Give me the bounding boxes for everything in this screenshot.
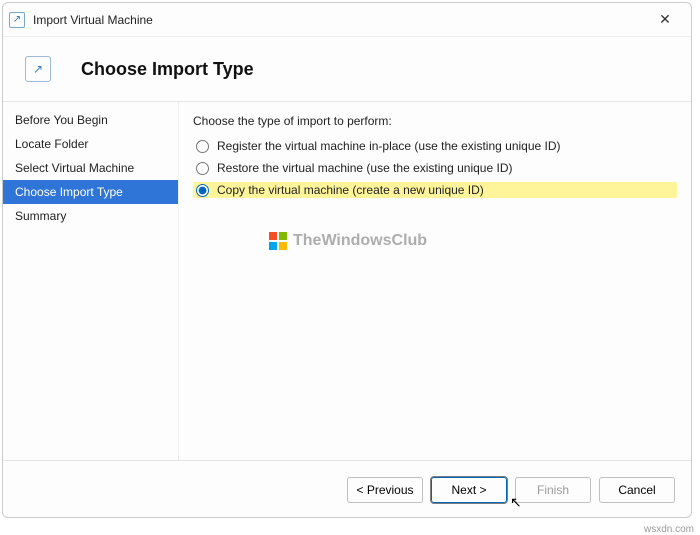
- wizard-footer: < Previous Next > Finish Cancel: [3, 463, 691, 517]
- wizard-body: Before You Begin Locate Folder Select Vi…: [3, 101, 691, 461]
- watermark-text: TheWindowsClub: [293, 232, 427, 250]
- step-select-virtual-machine[interactable]: Select Virtual Machine: [3, 156, 178, 180]
- option-restore[interactable]: Restore the virtual machine (use the exi…: [193, 160, 677, 176]
- radio-copy[interactable]: [196, 184, 209, 197]
- wizard-content: Choose the type of import to perform: Re…: [179, 102, 691, 460]
- cancel-button[interactable]: Cancel: [599, 477, 675, 503]
- instruction-text: Choose the type of import to perform:: [193, 114, 677, 128]
- option-copy-new-id[interactable]: Copy the virtual machine (create a new u…: [193, 182, 677, 198]
- watermark-icon: [269, 232, 287, 250]
- finish-button: Finish: [515, 477, 591, 503]
- option-label: Copy the virtual machine (create a new u…: [217, 183, 484, 197]
- app-icon: ↗: [9, 12, 25, 28]
- credit-text: wsxdn.com: [644, 524, 694, 535]
- option-label: Restore the virtual machine (use the exi…: [217, 161, 512, 175]
- step-summary[interactable]: Summary: [3, 204, 178, 228]
- option-register-in-place[interactable]: Register the virtual machine in-place (u…: [193, 138, 677, 154]
- step-before-you-begin[interactable]: Before You Begin: [3, 108, 178, 132]
- dialog-window: ↗ Import Virtual Machine ✕ ↗ Choose Impo…: [2, 2, 692, 518]
- close-icon[interactable]: ✕: [645, 11, 685, 28]
- radio-restore[interactable]: [196, 162, 209, 175]
- step-choose-import-type[interactable]: Choose Import Type: [3, 180, 178, 204]
- window-title: Import Virtual Machine: [33, 13, 645, 27]
- option-label: Register the virtual machine in-place (u…: [217, 139, 561, 153]
- wizard-steps: Before You Begin Locate Folder Select Vi…: [3, 102, 179, 460]
- title-bar: ↗ Import Virtual Machine ✕: [3, 3, 691, 37]
- header-icon: ↗: [25, 56, 51, 82]
- next-button[interactable]: Next >: [431, 477, 507, 503]
- page-title: Choose Import Type: [81, 59, 254, 80]
- wizard-header: ↗ Choose Import Type: [3, 37, 691, 101]
- step-locate-folder[interactable]: Locate Folder: [3, 132, 178, 156]
- previous-button[interactable]: < Previous: [347, 477, 423, 503]
- radio-register[interactable]: [196, 140, 209, 153]
- watermark: TheWindowsClub: [269, 232, 427, 250]
